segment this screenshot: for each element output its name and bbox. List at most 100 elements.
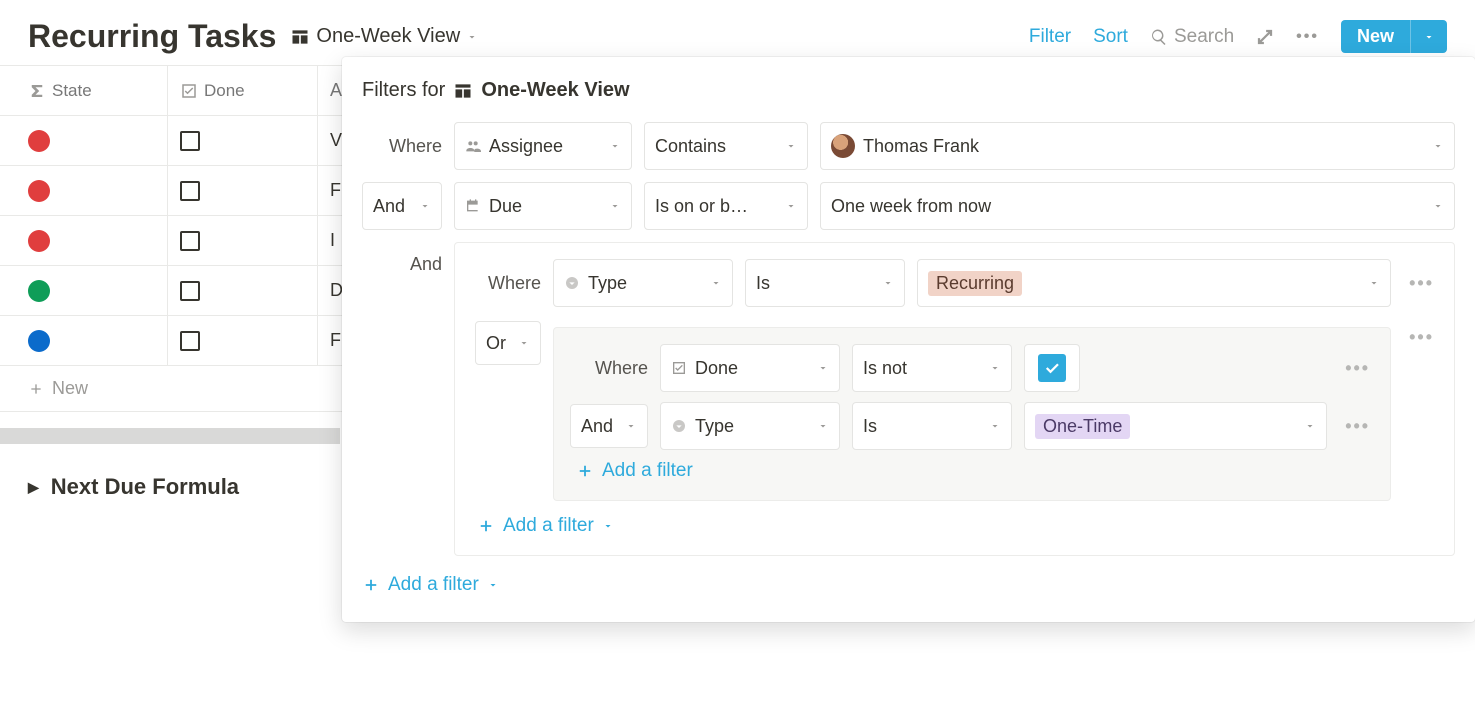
property-select[interactable]: Type bbox=[553, 259, 733, 307]
chevron-down-icon bbox=[882, 277, 894, 289]
filter-view-name: One-Week View bbox=[481, 79, 629, 102]
filter-group-row: Or Where Done Is not bbox=[469, 317, 1440, 501]
table-footer-strip bbox=[0, 428, 340, 444]
conjunction-select[interactable]: Or bbox=[475, 321, 541, 365]
group-more-button[interactable]: ••• bbox=[1403, 317, 1440, 348]
filter-rule: And Due Is on or b… One week from now bbox=[362, 182, 1455, 230]
chevron-down-icon bbox=[785, 200, 797, 212]
plus-icon bbox=[576, 462, 594, 480]
filter-group-row: And Where Type Is Recurring ••• bbox=[362, 242, 1455, 556]
property-name: Type bbox=[695, 416, 734, 437]
filter-panel: Filters for One-Week View Where Assignee… bbox=[342, 57, 1475, 622]
add-filter-label: Add a filter bbox=[503, 515, 594, 537]
search-label: Search bbox=[1174, 26, 1234, 48]
conjunction-select[interactable]: And bbox=[570, 404, 648, 448]
conjunction-label: Where bbox=[469, 273, 541, 294]
view-name: One-Week View bbox=[316, 25, 460, 48]
rule-more-button[interactable]: ••• bbox=[1339, 416, 1376, 437]
operator-select[interactable]: Contains bbox=[644, 122, 808, 170]
checkbox[interactable] bbox=[180, 281, 200, 301]
cell-done[interactable] bbox=[168, 266, 318, 315]
chevron-down-icon bbox=[602, 520, 614, 532]
checked-icon bbox=[1038, 354, 1066, 382]
cell-done[interactable] bbox=[168, 316, 318, 365]
value-select[interactable]: Recurring bbox=[917, 259, 1391, 307]
cell-done[interactable] bbox=[168, 216, 318, 265]
property-select[interactable]: Type bbox=[660, 402, 840, 450]
chevron-down-icon bbox=[609, 200, 621, 212]
new-button[interactable]: New bbox=[1341, 20, 1410, 53]
chevron-down-icon bbox=[609, 140, 621, 152]
operator-name: Is not bbox=[863, 358, 907, 379]
new-row-label: New bbox=[52, 378, 88, 399]
rule-more-button[interactable]: ••• bbox=[1339, 358, 1376, 379]
plus-icon bbox=[362, 576, 380, 594]
toggle-heading-label: Next Due Formula bbox=[51, 474, 239, 500]
cell-done[interactable] bbox=[168, 116, 318, 165]
value-select[interactable]: One-Time bbox=[1024, 402, 1327, 450]
conjunction-label: And bbox=[362, 242, 442, 275]
column-header-done[interactable]: Done bbox=[168, 66, 318, 115]
select-icon bbox=[671, 418, 687, 434]
chevron-down-icon bbox=[487, 579, 499, 591]
rule-more-button[interactable]: ••• bbox=[1403, 273, 1440, 294]
operator-select[interactable]: Is bbox=[745, 259, 905, 307]
chevron-down-icon bbox=[817, 420, 829, 432]
state-dot bbox=[28, 230, 50, 252]
filter-button[interactable]: Filter bbox=[1029, 26, 1071, 48]
cell-done[interactable] bbox=[168, 166, 318, 215]
add-filter-button[interactable]: Add a filter bbox=[362, 574, 1455, 596]
filter-title-prefix: Filters for bbox=[362, 79, 445, 102]
property-select[interactable]: Assignee bbox=[454, 122, 632, 170]
conjunction-select[interactable]: And bbox=[362, 182, 442, 230]
avatar bbox=[831, 134, 855, 158]
state-dot bbox=[28, 130, 50, 152]
add-filter-button[interactable]: Add a filter bbox=[477, 515, 1440, 537]
filter-rule: And Type Is bbox=[568, 402, 1376, 450]
chevron-down-icon bbox=[1304, 420, 1316, 432]
value-select[interactable]: Thomas Frank bbox=[820, 122, 1455, 170]
cell-state bbox=[0, 166, 168, 215]
chevron-down-icon bbox=[1432, 140, 1444, 152]
expand-icon bbox=[1256, 28, 1274, 46]
chevron-down-icon bbox=[785, 140, 797, 152]
conjunction-label: Where bbox=[362, 136, 442, 157]
sort-button[interactable]: Sort bbox=[1093, 26, 1128, 48]
operator-name: Is on or b… bbox=[655, 196, 748, 217]
property-select[interactable]: Done bbox=[660, 344, 840, 392]
column-label: State bbox=[52, 81, 92, 101]
state-dot bbox=[28, 180, 50, 202]
cell-state bbox=[0, 316, 168, 365]
chevron-down-icon bbox=[518, 337, 530, 349]
checkbox[interactable] bbox=[180, 181, 200, 201]
column-label: Done bbox=[204, 81, 245, 101]
chevron-down-icon bbox=[419, 200, 431, 212]
expand-button[interactable] bbox=[1256, 28, 1274, 46]
property-name: Due bbox=[489, 196, 522, 217]
state-dot bbox=[28, 280, 50, 302]
chevron-down-icon bbox=[1432, 200, 1444, 212]
value-select[interactable]: One week from now bbox=[820, 182, 1455, 230]
new-dropdown[interactable] bbox=[1410, 20, 1447, 53]
value-checkbox[interactable] bbox=[1024, 344, 1080, 392]
column-header-state[interactable]: State bbox=[0, 66, 168, 115]
operator-select[interactable]: Is on or b… bbox=[644, 182, 808, 230]
search-button[interactable]: Search bbox=[1150, 26, 1234, 48]
chevron-down-icon bbox=[466, 31, 478, 43]
chevron-down-icon bbox=[989, 362, 1001, 374]
property-name: Type bbox=[588, 273, 627, 294]
calendar-icon bbox=[465, 198, 481, 214]
property-name: Done bbox=[695, 358, 738, 379]
view-switcher[interactable]: One-Week View bbox=[290, 25, 478, 48]
operator-select[interactable]: Is not bbox=[852, 344, 1012, 392]
value-text: One week from now bbox=[831, 196, 991, 217]
add-filter-button[interactable]: Add a filter bbox=[576, 460, 1376, 482]
operator-select[interactable]: Is bbox=[852, 402, 1012, 450]
more-button[interactable]: ••• bbox=[1296, 28, 1319, 46]
checkbox[interactable] bbox=[180, 331, 200, 351]
operator-name: Contains bbox=[655, 136, 726, 157]
property-select[interactable]: Due bbox=[454, 182, 632, 230]
checkbox[interactable] bbox=[180, 131, 200, 151]
column-label: A bbox=[330, 80, 342, 101]
checkbox[interactable] bbox=[180, 231, 200, 251]
